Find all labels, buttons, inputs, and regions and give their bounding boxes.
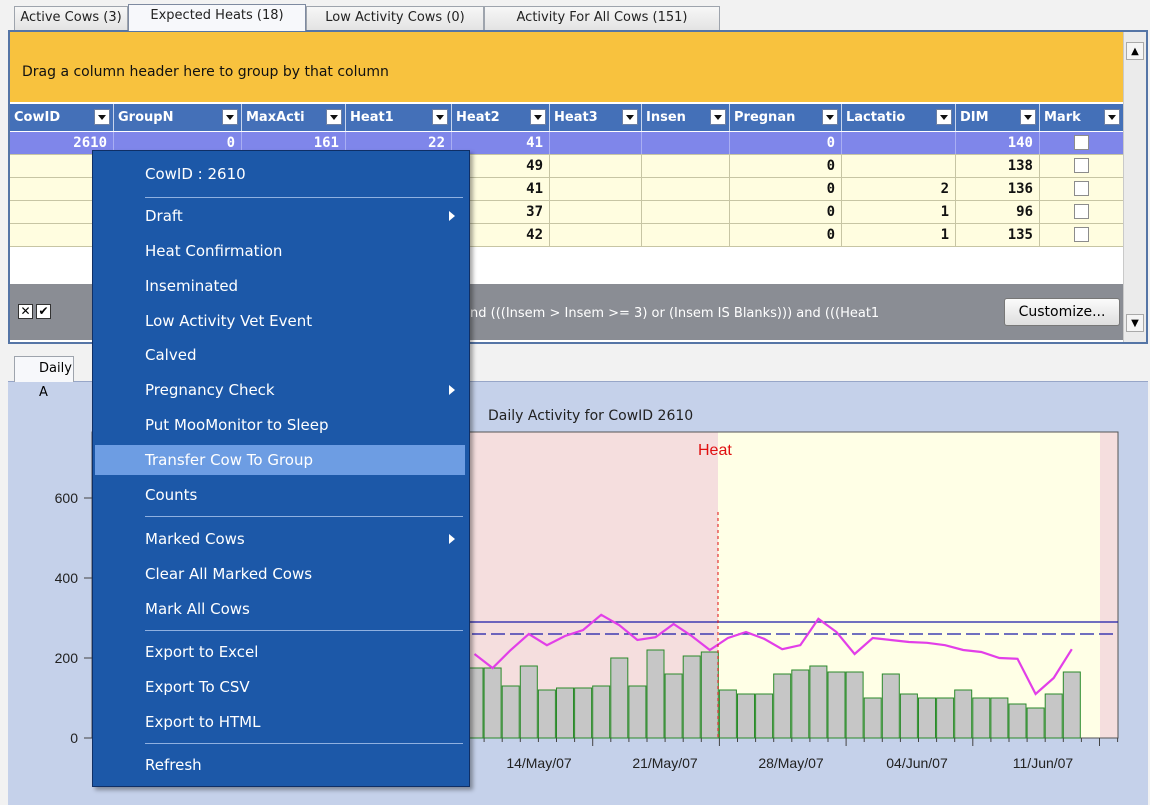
y-tick-label: 0 [70, 730, 78, 746]
activity-bar [556, 687, 574, 739]
menu-item-put-moomonitor-to-sleep[interactable]: Put MooMonitor to Sleep [93, 410, 467, 440]
activity-bar [791, 669, 810, 739]
menu-item-counts[interactable]: Counts [93, 480, 467, 510]
activity-bar [610, 657, 629, 739]
menu-item-label: Pregnancy Check [145, 381, 275, 399]
activity-bar [1008, 703, 1027, 739]
menu-item-clear-all-marked-cows[interactable]: Clear All Marked Cows [93, 559, 467, 589]
activity-bar [718, 689, 737, 739]
submenu-arrow-icon [449, 385, 455, 395]
x-tick-label: 21/May/07 [632, 755, 698, 771]
menu-item-calved[interactable]: Calved [93, 340, 467, 370]
activity-bar [755, 693, 774, 739]
activity-bar [501, 685, 520, 739]
menu-item-transfer-cow-to-group[interactable]: Transfer Cow To Group [95, 445, 465, 475]
x-tick-label: 11/Jun/07 [1013, 755, 1074, 771]
activity-bar [1062, 671, 1081, 739]
activity-bar [809, 665, 828, 739]
menu-item-refresh[interactable]: Refresh [93, 750, 467, 780]
activity-bar [574, 687, 593, 739]
activity-bar [990, 697, 1009, 739]
activity-bar [881, 673, 900, 739]
menu-item-low-activity-vet-event[interactable]: Low Activity Vet Event [93, 306, 467, 336]
activity-bar [1044, 693, 1063, 739]
activity-bar [537, 689, 556, 739]
menu-item-export-to-html[interactable]: Export to HTML [93, 707, 467, 737]
activity-bar [827, 671, 846, 739]
activity-bar [664, 673, 683, 739]
menu-separator [145, 743, 463, 744]
menu-item-label: Marked Cows [145, 530, 245, 548]
menu-item-heat-confirmation[interactable]: Heat Confirmation [93, 236, 467, 266]
menu-separator [145, 630, 463, 631]
menu-item-mark-all-cows[interactable]: Mark All Cows [93, 594, 467, 624]
menu-item-label: Draft [145, 207, 183, 225]
activity-bar [954, 689, 973, 739]
activity-bar [773, 673, 792, 739]
heat-label: Heat [698, 442, 732, 459]
menu-separator [145, 516, 463, 517]
activity-bar [845, 671, 864, 739]
chart-bg-right-edge [1100, 432, 1118, 738]
activity-bar [700, 651, 719, 739]
x-tick-label: 14/May/07 [506, 755, 572, 771]
activity-bar [936, 697, 955, 739]
menu-item-pregnancy-check[interactable]: Pregnancy Check [93, 375, 467, 405]
y-tick-label: 600 [55, 490, 79, 506]
activity-bar [863, 697, 882, 739]
x-tick-label: 04/Jun/07 [886, 755, 948, 771]
y-axis: 0 200 400 600 [55, 490, 92, 746]
submenu-arrow-icon [449, 534, 455, 544]
activity-bar [972, 697, 991, 739]
x-tick-label: 28/May/07 [758, 755, 824, 771]
activity-bar [519, 665, 538, 739]
activity-bar [682, 655, 701, 739]
menu-item-marked-cows[interactable]: Marked Cows [93, 524, 467, 554]
activity-bar [628, 685, 647, 739]
activity-bar [1026, 707, 1045, 739]
y-tick-label: 200 [55, 650, 79, 666]
activity-bar [646, 649, 665, 739]
menu-item-draft[interactable]: Draft [93, 201, 467, 231]
context-menu: CowID : 2610 Draft Heat Confirmation Ins… [92, 150, 470, 787]
submenu-arrow-icon [449, 211, 455, 221]
x-axis: 14/May/07 21/May/07 28/May/07 04/Jun/07 11/J… [465, 738, 1119, 771]
tab-expected-heats[interactable]: Expected Heats (18) [128, 4, 306, 31]
menu-item-export-to-csv[interactable]: Export To CSV [93, 672, 467, 702]
y-tick-label: 400 [55, 570, 79, 586]
activity-bar [737, 693, 755, 739]
activity-bar [483, 667, 502, 739]
activity-bar [899, 693, 918, 739]
menu-item-cowid: CowID : 2610 [145, 165, 246, 183]
menu-separator [145, 197, 463, 198]
activity-bar [592, 685, 611, 739]
menu-item-inseminated[interactable]: Inseminated [93, 271, 467, 301]
activity-bar [918, 697, 936, 739]
menu-item-export-to-excel[interactable]: Export to Excel [93, 637, 467, 667]
